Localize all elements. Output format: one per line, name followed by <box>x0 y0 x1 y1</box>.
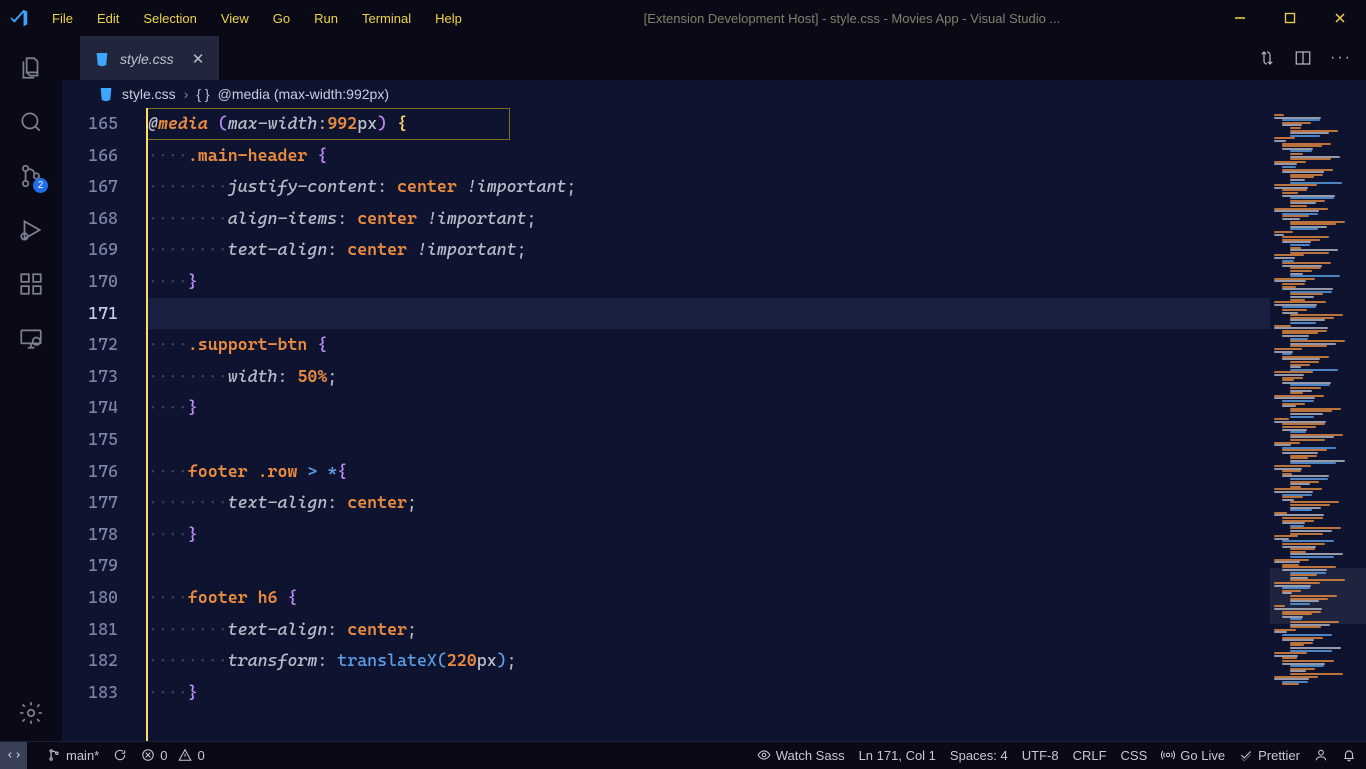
status-bell-icon[interactable] <box>1342 748 1356 762</box>
line-number: 176 <box>62 456 118 488</box>
line-number: 182 <box>62 645 118 677</box>
code-line[interactable]: ········transform: translateX(220px); <box>146 645 1270 677</box>
run-debug-icon[interactable] <box>17 216 45 244</box>
search-icon[interactable] <box>17 108 45 136</box>
line-number: 177 <box>62 487 118 519</box>
line-number: 169 <box>62 234 118 266</box>
line-number: 178 <box>62 519 118 551</box>
menu-go[interactable]: Go <box>261 5 302 32</box>
editor-actions: ··· <box>1244 36 1366 80</box>
line-number: 170 <box>62 266 118 298</box>
line-number: 174 <box>62 392 118 424</box>
title-bar: FileEditSelectionViewGoRunTerminalHelp [… <box>0 0 1366 36</box>
line-number: 168 <box>62 203 118 235</box>
line-number: 181 <box>62 614 118 646</box>
code-line[interactable]: ········text-align: center; <box>146 487 1270 519</box>
status-indent[interactable]: Spaces: 4 <box>950 748 1008 763</box>
line-number: 167 <box>62 171 118 203</box>
code-line[interactable] <box>146 424 1270 456</box>
code-line[interactable]: ····.main-header { <box>146 140 1270 172</box>
menu-edit[interactable]: Edit <box>85 5 131 32</box>
code-line[interactable] <box>146 550 1270 582</box>
extensions-icon[interactable] <box>17 270 45 298</box>
maximize-icon[interactable] <box>1280 11 1300 25</box>
status-branch[interactable]: main* <box>47 748 99 763</box>
css-file-icon <box>94 51 110 67</box>
remote-indicator[interactable] <box>0 742 27 769</box>
menu-file[interactable]: File <box>40 5 85 32</box>
code-line[interactable]: ········align-items: center !important; <box>146 203 1270 235</box>
remote-explorer-icon[interactable] <box>17 324 45 352</box>
line-number: 166 <box>62 140 118 172</box>
line-number: 183 <box>62 677 118 709</box>
status-feedback-icon[interactable] <box>1314 748 1328 762</box>
chevron-right-icon: › <box>184 86 189 102</box>
code-line[interactable]: ····} <box>146 677 1270 709</box>
status-cursor-position[interactable]: Ln 171, Col 1 <box>859 748 936 763</box>
editor-group: style.css ✕ ··· style.css › { } @media (… <box>62 36 1366 741</box>
code-line[interactable]: ········text-align: center; <box>146 614 1270 646</box>
line-number: 179 <box>62 550 118 582</box>
breadcrumb-symbol[interactable]: @media (max-width:992px) <box>218 86 389 102</box>
line-number: 172 <box>62 329 118 361</box>
code-lines[interactable]: @media (max-width:992px) {····.main-head… <box>146 108 1270 741</box>
code-line[interactable]: ····footer h6 { <box>146 582 1270 614</box>
line-number: 180 <box>62 582 118 614</box>
code-line[interactable]: ········justify-content: center !importa… <box>146 171 1270 203</box>
status-sync[interactable] <box>113 748 127 762</box>
code-line[interactable]: ····.support-btn { <box>146 329 1270 361</box>
window-controls <box>1230 11 1358 25</box>
window-title: [Extension Development Host] - style.css… <box>478 11 1226 26</box>
settings-gear-icon[interactable] <box>17 699 45 727</box>
menu-selection[interactable]: Selection <box>131 5 208 32</box>
tabs-bar: style.css ✕ ··· <box>62 36 1366 80</box>
code-line[interactable]: ····} <box>146 392 1270 424</box>
menu-bar: FileEditSelectionViewGoRunTerminalHelp <box>40 5 474 32</box>
more-actions-icon[interactable]: ··· <box>1330 49 1352 67</box>
split-editor-icon[interactable] <box>1294 49 1312 67</box>
code-line[interactable]: @media (max-width:992px) { <box>146 108 1270 140</box>
line-number: 171 <box>62 298 118 330</box>
minimize-icon[interactable] <box>1230 11 1250 25</box>
tab-label: style.css <box>120 51 174 67</box>
menu-terminal[interactable]: Terminal <box>350 5 423 32</box>
status-prettier[interactable]: Prettier <box>1239 748 1300 763</box>
breadcrumb-file[interactable]: style.css <box>122 86 176 102</box>
indent-guide <box>146 108 148 741</box>
activity-bar: 2 <box>0 36 62 741</box>
line-number: 165 <box>62 108 118 140</box>
code-line[interactable]: ····} <box>146 519 1270 551</box>
braces-icon: { } <box>196 86 209 102</box>
status-go-live[interactable]: Go Live <box>1161 748 1225 763</box>
css-file-icon <box>98 86 114 102</box>
menu-run[interactable]: Run <box>302 5 350 32</box>
code-editor[interactable]: 1651661671681691701711721731741751761771… <box>62 108 1270 741</box>
status-watch-sass[interactable]: Watch Sass <box>757 748 845 763</box>
code-line[interactable]: ····footer .row > *{ <box>146 456 1270 488</box>
menu-view[interactable]: View <box>209 5 261 32</box>
breadcrumb[interactable]: style.css › { } @media (max-width:992px) <box>62 80 1366 108</box>
minimap[interactable] <box>1270 108 1366 741</box>
code-line[interactable]: ····} <box>146 266 1270 298</box>
scm-badge: 2 <box>33 178 48 193</box>
tab-style-css[interactable]: style.css ✕ <box>80 36 219 80</box>
status-bar: main* 0 0 Watch Sass Ln 171, Col 1 Space… <box>0 741 1366 768</box>
tab-close-icon[interactable]: ✕ <box>192 50 205 68</box>
close-icon[interactable] <box>1330 11 1350 25</box>
compare-changes-icon[interactable] <box>1258 49 1276 67</box>
menu-help[interactable]: Help <box>423 5 474 32</box>
line-number-gutter: 1651661671681691701711721731741751761771… <box>62 108 146 741</box>
code-line[interactable]: ········text-align: center !important; <box>146 234 1270 266</box>
status-language[interactable]: CSS <box>1121 748 1148 763</box>
line-number: 173 <box>62 361 118 393</box>
line-number: 175 <box>62 424 118 456</box>
status-eol[interactable]: CRLF <box>1073 748 1107 763</box>
status-encoding[interactable]: UTF-8 <box>1022 748 1059 763</box>
status-problems[interactable]: 0 0 <box>141 748 204 763</box>
vscode-logo-icon <box>8 7 30 29</box>
code-line[interactable] <box>146 298 1270 330</box>
source-control-icon[interactable]: 2 <box>17 162 45 190</box>
explorer-icon[interactable] <box>17 54 45 82</box>
code-line[interactable]: ········width: 50%; <box>146 361 1270 393</box>
